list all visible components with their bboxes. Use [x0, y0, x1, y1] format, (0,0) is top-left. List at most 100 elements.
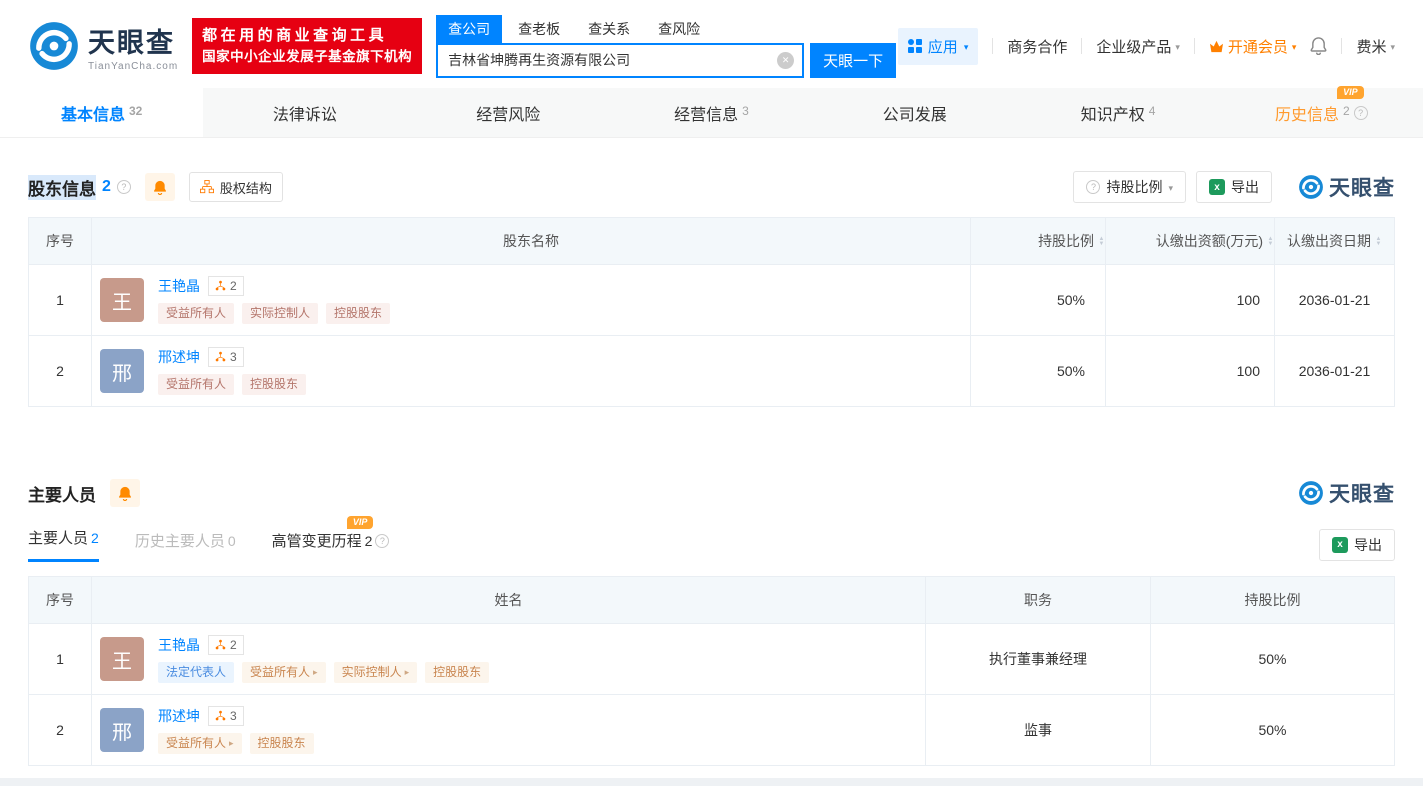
tab-basic-info[interactable]: 基本信息 32 — [0, 88, 203, 137]
tag-actual-controller[interactable]: 实际控制人 — [242, 303, 318, 324]
search-tab-relation[interactable]: 查关系 — [576, 15, 642, 43]
search-button[interactable]: 天眼一下 — [810, 43, 896, 78]
personnel-row: 2 邢 邢述坤 3 — [29, 694, 1394, 765]
tianyancha-logo[interactable]: 天眼查 TianYanCha.com — [28, 20, 178, 72]
column-header-ratio[interactable]: 持股比例 ▲▼ — [970, 218, 1105, 264]
tag-beneficial-owner[interactable]: 受益所有人 ▸ — [242, 662, 326, 683]
tag-controlling-shareholder[interactable]: 控股股东 — [425, 662, 489, 683]
subtab-executive-changes[interactable]: VIP 高管变更历程 2 ? — [272, 530, 390, 562]
nav-enterprise-products[interactable]: 企业级产品 ▾ — [1096, 36, 1180, 57]
subscribed-date: 2036-01-21 — [1274, 265, 1394, 335]
equity-structure-button[interactable]: 股权结构 — [189, 172, 283, 202]
avatar[interactable]: 邢 — [100, 708, 144, 752]
avatar[interactable]: 王 — [100, 278, 144, 322]
tab-label: 经营风险 — [476, 101, 540, 125]
nav-divider — [1194, 38, 1195, 54]
column-header-subscribed-amount[interactable]: 认缴出资额(万元) ▲▼ — [1105, 218, 1274, 264]
shareholder-row: 1 王 王艳晶 2 — [29, 264, 1394, 335]
avatar[interactable]: 邢 — [100, 349, 144, 393]
subscribe-bell-button[interactable] — [110, 479, 140, 507]
nav-divider — [1081, 38, 1082, 54]
related-companies-badge[interactable]: 3 — [208, 347, 244, 367]
clear-search-icon[interactable]: ✕ — [777, 52, 794, 69]
badge-count: 2 — [230, 279, 237, 293]
shareholder-identity: 邢述坤 3 受益所有人 — [158, 347, 306, 395]
expand-arrow-icon: ▸ — [229, 739, 234, 749]
subtab-label: 高管变更历程 — [272, 530, 362, 551]
personnel-table: 序号 姓名 职务 持股比例 1 王 王艳晶 — [28, 576, 1395, 766]
search-tab-risk[interactable]: 查风险 — [646, 15, 712, 43]
tab-count: 2 — [1343, 104, 1350, 118]
person-position: 执行董事兼经理 — [925, 624, 1150, 694]
chevron-down-icon: ▾ — [1390, 42, 1395, 53]
tag-beneficial-owner[interactable]: 受益所有人 ▸ — [158, 733, 242, 754]
search-tab-boss[interactable]: 查老板 — [506, 15, 572, 43]
related-companies-badge[interactable]: 3 — [208, 706, 244, 726]
nav-business-cooperation[interactable]: 商务合作 — [1007, 36, 1067, 57]
tag-controlling-shareholder[interactable]: 控股股东 — [250, 733, 314, 754]
tag-controlling-shareholder[interactable]: 控股股东 — [326, 303, 390, 324]
sort-icon[interactable]: ▲▼ — [1267, 236, 1274, 246]
tag-actual-controller[interactable]: 实际控制人 ▸ — [334, 662, 418, 683]
shareholder-name-link[interactable]: 邢述坤 — [158, 347, 200, 367]
enterprise-label: 企业级产品 — [1096, 36, 1171, 57]
badge-count: 3 — [230, 350, 237, 364]
personnel-title: 主要人员 — [28, 481, 96, 506]
nav-divider — [992, 38, 993, 54]
tab-label: 经营信息 — [674, 101, 738, 125]
tag-beneficial-owner[interactable]: 受益所有人 — [158, 374, 234, 395]
related-companies-badge[interactable]: 2 — [208, 276, 244, 296]
tab-operating-risk[interactable]: 经营风险 — [407, 88, 610, 137]
tab-label: 法律诉讼 — [273, 101, 337, 125]
bell-icon — [153, 180, 167, 195]
search-input[interactable] — [436, 43, 804, 78]
tab-label: 基本信息 — [61, 101, 125, 125]
help-icon[interactable]: ? — [117, 180, 131, 194]
avatar[interactable]: 王 — [100, 637, 144, 681]
sort-icon[interactable]: ▲▼ — [1098, 236, 1105, 246]
shareholder-name-link[interactable]: 王艳晶 — [158, 276, 200, 296]
shareholder-identity: 王艳晶 2 受益所有人 — [158, 276, 390, 324]
column-header-index: 序号 — [29, 577, 91, 623]
tab-legal-proceedings[interactable]: 法律诉讼 — [203, 88, 406, 137]
notifications-bell-icon[interactable] — [1310, 37, 1327, 55]
tab-business-info[interactable]: 经营信息 3 — [610, 88, 813, 137]
subtab-historical-personnel[interactable]: 历史主要人员 0 — [135, 530, 236, 562]
subscribed-amount: 100 — [1105, 265, 1274, 335]
nav-open-vip[interactable]: 开通会员 ▾ — [1209, 36, 1297, 57]
tab-intellectual-property[interactable]: 知识产权 4 — [1016, 88, 1219, 137]
search-tab-company[interactable]: 查公司 — [436, 15, 502, 43]
row-index: 2 — [29, 722, 91, 738]
subtab-count: 2 — [365, 533, 373, 549]
shareholder-row: 2 邢 邢述坤 3 — [29, 335, 1394, 406]
tag-controlling-shareholder[interactable]: 控股股东 — [242, 374, 306, 395]
chevron-down-icon: ▾ — [964, 42, 969, 53]
tab-history-info[interactable]: VIP 历史信息 2 ? — [1220, 88, 1423, 137]
apps-menu-button[interactable]: 应用 ▾ — [898, 28, 979, 65]
sort-icon[interactable]: ▲▼ — [1375, 236, 1382, 246]
nav-user-menu[interactable]: 费米 ▾ — [1356, 36, 1395, 57]
logo-title: 天眼查 — [88, 21, 178, 60]
tab-company-development[interactable]: 公司发展 — [813, 88, 1016, 137]
help-icon: ? — [1086, 180, 1100, 194]
subtab-key-personnel[interactable]: 主要人员 2 — [28, 527, 99, 562]
subscribed-amount: 100 — [1105, 336, 1274, 406]
person-name-link[interactable]: 王艳晶 — [158, 635, 200, 655]
column-header-subscribed-date[interactable]: 认缴出资日期 ▲▼ — [1274, 218, 1394, 264]
export-button[interactable]: x 导出 — [1319, 529, 1395, 561]
search-area: 查公司 查老板 查关系 查风险 ✕ 天眼一下 — [436, 15, 896, 78]
tag-beneficial-owner[interactable]: 受益所有人 — [158, 303, 234, 324]
help-icon[interactable]: ? — [375, 534, 389, 548]
tab-count: 3 — [742, 104, 749, 118]
shareholding-ratio: 50% — [970, 265, 1105, 335]
tag-legal-representative[interactable]: 法定代表人 — [158, 662, 234, 683]
related-companies-badge[interactable]: 2 — [208, 635, 244, 655]
export-button[interactable]: x 导出 — [1196, 171, 1272, 203]
username-label: 费米 — [1356, 36, 1386, 57]
help-icon[interactable]: ? — [1354, 106, 1368, 120]
chevron-down-icon: ▾ — [1292, 42, 1297, 53]
subscribe-bell-button[interactable] — [145, 173, 175, 201]
person-name-link[interactable]: 邢述坤 — [158, 706, 200, 726]
ratio-filter-dropdown[interactable]: ? 持股比例 ▾ — [1073, 171, 1186, 203]
shareholders-table-header: 序号 股东名称 持股比例 ▲▼ 认缴出资额(万元) ▲▼ — [29, 218, 1394, 264]
